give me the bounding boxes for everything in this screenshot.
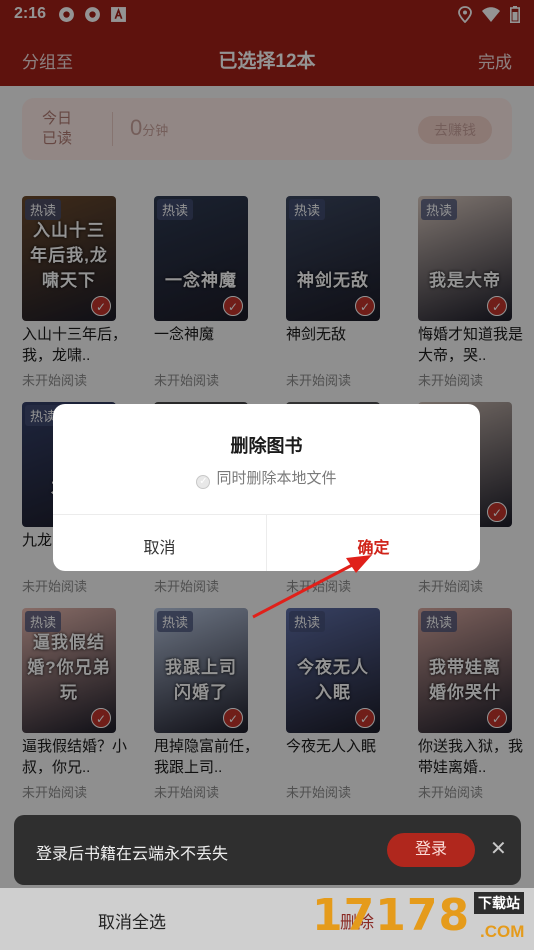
cancel-select-all-button[interactable]: 取消全选 (98, 908, 166, 933)
dialog-cancel-button[interactable]: 取消 (53, 534, 266, 558)
option-label: 同时删除本地文件 (216, 470, 337, 487)
login-button[interactable]: 登录 (387, 833, 475, 867)
login-toast: 登录后书籍在云端永不丢失 登录 ✕ (14, 815, 521, 885)
watermark-brand: 17178 (312, 890, 471, 941)
dialog-confirm-button[interactable]: 确定 (267, 534, 480, 558)
checkbox-icon[interactable]: ✓ (196, 475, 211, 489)
close-icon[interactable]: ✕ (490, 836, 507, 861)
watermark-suffix: .COM (480, 922, 525, 941)
toast-message: 登录后书籍在云端永不丢失 (36, 846, 229, 863)
watermark-logo: 17178 下载站 .COM (308, 888, 534, 950)
delete-book-dialog: 删除图书 ✓ 同时删除本地文件 取消 确定 (53, 404, 480, 571)
delete-local-files-option[interactable]: ✓ 同时删除本地文件 (53, 467, 480, 489)
dialog-title: 删除图书 (230, 436, 303, 456)
watermark-tag: 下载站 (474, 892, 524, 914)
